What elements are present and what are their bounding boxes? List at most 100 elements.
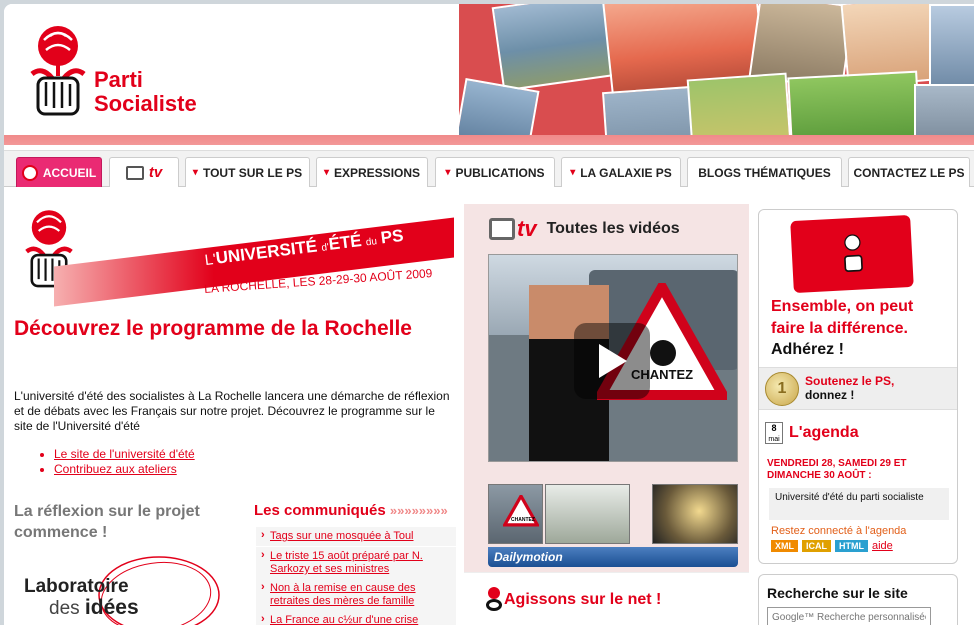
reflexion-heading: La réflexion sur le projet commence !: [14, 503, 200, 541]
tab-blogs-thematiques[interactable]: BLOGS THÉMATIQUES: [687, 157, 842, 187]
adherez-link[interactable]: Adhérez !: [771, 341, 844, 359]
play-icon: [599, 344, 627, 378]
agenda-header: 8 mai L'agenda: [765, 422, 859, 444]
video-thumbnail[interactable]: [652, 484, 738, 544]
agissons-section: Agissons sur le net !: [464, 572, 749, 625]
tab-label: tv: [148, 164, 163, 181]
right-sidebar: Ensemble, on peut faire la différence. A…: [758, 204, 958, 625]
communique-link[interactable]: Non à la remise en cause des retraites d…: [256, 579, 456, 611]
brand-line-1: Parti: [94, 67, 143, 92]
donate-text: Soutenez le PS, donnez !: [805, 374, 894, 402]
photo-children: [787, 70, 921, 135]
tab-la-galaxie-ps[interactable]: ▾ LA GALAXIE PS: [561, 157, 681, 187]
brand-name[interactable]: Parti Socialiste: [94, 68, 197, 116]
tv-set-icon: [489, 218, 515, 240]
labo-idees: idées: [84, 596, 139, 619]
join-slogan: Ensemble, on peut faire la différence.: [771, 298, 914, 337]
chevron-down-icon: ▾: [570, 167, 576, 178]
photo-field: [686, 72, 792, 135]
list-item: Le site de l'université d'été: [54, 447, 195, 462]
university-links: Le site de l'université d'été Contribuez…: [54, 447, 195, 477]
photo-mountains: [929, 4, 974, 89]
web-rose-icon: [486, 587, 502, 611]
tab-expressions[interactable]: ▾ EXPRESSIONS: [316, 157, 428, 187]
donate-line-2: donnez !: [805, 388, 855, 402]
video-thumbnails: CHANTEZ: [488, 484, 738, 544]
labo-des: des: [49, 598, 80, 619]
main-content: L'UNIVERSITÉ d'ÉTÉ du PS LA ROCHELLE, LE…: [14, 204, 459, 625]
ps-tv-logo-icon[interactable]: tv: [489, 216, 537, 242]
arrows-decoration: »»»»»»»»: [389, 503, 448, 518]
banner-ps: PS: [379, 225, 405, 248]
tv-panel: tv Toutes les vidéos CHANTEZ CHANTEZ Dai…: [464, 204, 749, 625]
membership-card-icon[interactable]: [790, 214, 914, 294]
communique-link[interactable]: La France au c½ur d'une crise: [256, 611, 456, 625]
communiques-heading: Les communiqués »»»»»»»»: [254, 502, 448, 519]
tv-set-icon: [125, 165, 144, 180]
search-input[interactable]: [767, 607, 931, 625]
header-divider: [4, 135, 974, 145]
agenda-title[interactable]: L'agenda: [789, 424, 859, 442]
tab-label: TOUT SUR LE PS: [202, 165, 303, 180]
rose-fist-logo-icon: [844, 234, 863, 272]
photo-towers: [914, 84, 974, 135]
tv-logo-text: tv: [517, 216, 537, 241]
page-title: Découvrez le programme de la Rochelle: [14, 317, 412, 340]
site-search: Recherche sur le site: [758, 574, 958, 625]
tab-tv[interactable]: tv: [109, 157, 179, 187]
tab-contactez-le-ps[interactable]: CONTACTEZ LE PS: [848, 157, 970, 187]
cal-day: 8: [771, 423, 777, 433]
site-header: Parti Socialiste: [4, 4, 974, 145]
agenda-date: VENDREDI 28, SAMEDI 29 ET DIMANCHE 30 AO…: [767, 458, 907, 481]
video-thumbnail[interactable]: [545, 484, 630, 544]
agissons-title[interactable]: Agissons sur le net !: [504, 591, 661, 609]
video-player[interactable]: CHANTEZ: [488, 254, 738, 462]
donate-block[interactable]: 1 Soutenez le PS, donnez !: [759, 367, 957, 410]
laboratoire-idees-logo[interactable]: Laboratoire des idées: [19, 554, 239, 625]
photo-coast: [491, 4, 618, 92]
tab-tout-sur-le-ps[interactable]: ▾ TOUT SUR LE PS: [185, 157, 310, 187]
communiques-title: Les communiqués: [254, 502, 386, 519]
agenda-event[interactable]: Université d'été du parti socialiste: [769, 488, 949, 520]
chevron-down-icon: ▾: [323, 167, 329, 178]
all-videos-link[interactable]: Toutes les vidéos: [547, 220, 680, 238]
thumb-sign-text: CHANTEZ: [511, 517, 535, 523]
communique-link[interactable]: Le triste 15 août préparé par N. Sarkozy…: [256, 547, 456, 579]
tab-label: PUBLICATIONS: [455, 165, 545, 180]
tab-label: EXPRESSIONS: [334, 165, 421, 180]
tab-accueil[interactable]: ACCUEIL: [16, 157, 102, 187]
ical-feed-button[interactable]: ICAL: [802, 540, 831, 552]
labo-line-2: des idées: [49, 596, 139, 620]
tab-label: BLOGS THÉMATIQUES: [698, 165, 831, 180]
cal-month: mai: [768, 436, 780, 443]
dailymotion-bar[interactable]: Dailymotion: [488, 547, 738, 567]
video-thumbnail[interactable]: CHANTEZ: [488, 484, 543, 544]
main-nav: ACCUEIL tv ▾ TOUT SUR LE PS ▾ EXPRESSION…: [4, 150, 974, 187]
euro-coin-icon: 1: [765, 372, 799, 406]
donate-line-1: Soutenez le PS,: [805, 374, 895, 388]
rose-fist-logo-icon[interactable]: [22, 24, 94, 118]
stay-connected-text: Restez connecté à l'agenda: [771, 525, 907, 537]
play-button[interactable]: [574, 323, 650, 399]
banner-ete: ÉTÉ: [327, 231, 363, 254]
chevron-down-icon: ▾: [192, 167, 198, 178]
intro-paragraph: L'université d'été des socialistes à La …: [14, 389, 450, 433]
calendar-icon: 8 mai: [765, 422, 783, 444]
list-item: Contribuez aux ateliers: [54, 462, 195, 477]
photo-flags: [602, 85, 696, 135]
help-link[interactable]: aide: [872, 540, 893, 552]
tab-label: ACCUEIL: [42, 165, 97, 180]
tv-header: tv Toutes les vidéos: [489, 216, 680, 242]
banner-du: du: [365, 236, 378, 249]
html-feed-button[interactable]: HTML: [835, 540, 868, 552]
ateliers-link[interactable]: Contribuez aux ateliers: [54, 462, 177, 476]
xml-feed-button[interactable]: XML: [771, 540, 798, 552]
join-panel: Ensemble, on peut faire la différence. A…: [758, 209, 958, 564]
rose-icon: [21, 164, 38, 181]
labo-line-1: Laboratoire: [24, 576, 129, 597]
communique-link[interactable]: Tags sur une mosquée à Toul: [256, 527, 456, 546]
universite-site-link[interactable]: Le site de l'université d'été: [54, 447, 195, 461]
universite-ete-banner[interactable]: L'UNIVERSITÉ d'ÉTÉ du PS LA ROCHELLE, LE…: [14, 204, 454, 307]
tab-publications[interactable]: ▾ PUBLICATIONS: [435, 157, 555, 187]
header-photo-collage: [459, 4, 974, 135]
